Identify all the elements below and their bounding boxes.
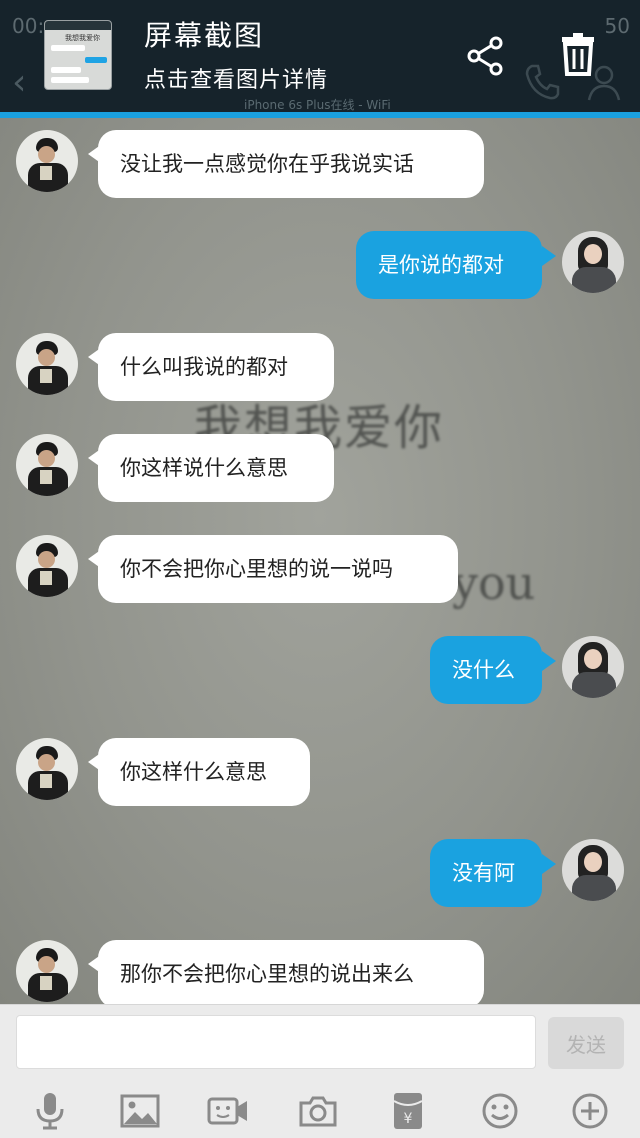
camera-icon[interactable] bbox=[296, 1089, 340, 1133]
incoming-message-bubble[interactable]: 你这样什么意思 bbox=[98, 738, 310, 806]
outgoing-message-bubble[interactable]: 是你说的都对 bbox=[356, 231, 542, 299]
incoming-message-bubble[interactable]: 没让我一点感觉你在乎我说实话 bbox=[98, 130, 484, 198]
status-battery: 50 bbox=[604, 14, 630, 38]
share-icon[interactable] bbox=[462, 32, 510, 80]
message-input[interactable] bbox=[16, 1015, 536, 1069]
svg-text:¥: ¥ bbox=[404, 1111, 413, 1127]
input-toolbar: ¥ bbox=[0, 1083, 640, 1138]
device-status-text: iPhone 6s Plus在线 - WiFi bbox=[244, 98, 391, 112]
contact-avatar[interactable] bbox=[16, 738, 78, 800]
send-button[interactable]: 发送 bbox=[548, 1017, 624, 1069]
outgoing-message-bubble[interactable]: 没什么 bbox=[430, 636, 542, 704]
input-area: 发送 ¥ bbox=[0, 1004, 640, 1138]
red-packet-icon[interactable]: ¥ bbox=[386, 1089, 430, 1133]
contact-avatar[interactable] bbox=[16, 130, 78, 192]
notification-title: 屏幕截图 bbox=[144, 19, 265, 52]
screenshot-thumbnail[interactable]: 我想我爱你 bbox=[44, 20, 112, 90]
trash-icon[interactable] bbox=[554, 30, 602, 78]
incoming-message-bubble[interactable]: 你这样说什么意思 bbox=[98, 434, 334, 502]
contact-avatar[interactable] bbox=[16, 535, 78, 597]
incoming-message-bubble[interactable]: 那你不会把你心里想的说出来么 bbox=[98, 940, 484, 1008]
image-icon[interactable] bbox=[118, 1089, 162, 1133]
incoming-message-bubble[interactable]: 什么叫我说的都对 bbox=[98, 333, 334, 401]
status-time: 00: bbox=[12, 14, 45, 38]
incoming-message-bubble[interactable]: 你不会把你心里想的说一说吗 bbox=[98, 535, 458, 603]
emoji-icon[interactable] bbox=[478, 1089, 522, 1133]
contact-avatar[interactable] bbox=[16, 940, 78, 1002]
plus-icon[interactable] bbox=[568, 1089, 612, 1133]
back-chevron-icon: ‹ bbox=[12, 62, 27, 103]
self-avatar[interactable] bbox=[562, 636, 624, 698]
screenshot-notification-header[interactable]: 00: 50 ‹ 我想我爱你 屏幕截图 点击查看图片详情 iPhone 6s P… bbox=[0, 0, 640, 112]
self-avatar[interactable] bbox=[562, 231, 624, 293]
notification-subtitle[interactable]: 点击查看图片详情 bbox=[144, 62, 328, 94]
contact-avatar[interactable] bbox=[16, 434, 78, 496]
thumbnail-text: 我想我爱你 bbox=[65, 34, 100, 42]
video-icon[interactable] bbox=[206, 1089, 250, 1133]
microphone-icon[interactable] bbox=[28, 1089, 72, 1133]
background-image-text-en: you bbox=[452, 556, 536, 610]
outgoing-message-bubble[interactable]: 没有阿 bbox=[430, 839, 542, 907]
contact-avatar[interactable] bbox=[16, 333, 78, 395]
self-avatar[interactable] bbox=[562, 839, 624, 901]
